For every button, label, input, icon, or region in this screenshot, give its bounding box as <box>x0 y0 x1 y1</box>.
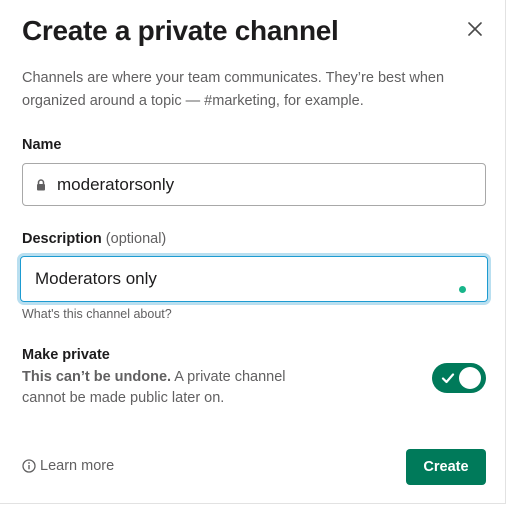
description-label-text: Description <box>22 231 102 247</box>
create-channel-dialog: Create a private channel Channels are wh… <box>0 0 506 504</box>
learn-more-link[interactable]: Learn more <box>22 458 114 474</box>
info-icon <box>22 459 36 473</box>
channel-name-value: moderatorsonly <box>57 174 175 194</box>
make-private-warning: This can’t be undone. <box>22 369 172 385</box>
name-label: Name <box>22 137 62 153</box>
channel-name-input[interactable]: moderatorsonly <box>22 163 486 206</box>
description-input[interactable]: Moderators only <box>20 256 488 302</box>
toggle-knob <box>459 367 481 389</box>
description-value: Moderators only <box>35 269 157 288</box>
close-icon <box>468 21 482 41</box>
optional-label: (optional) <box>105 231 167 247</box>
make-private-title: Make private <box>22 347 110 363</box>
dialog-title: Create a private channel <box>22 15 339 46</box>
make-private-description: This can’t be undone. A private channel … <box>22 367 302 409</box>
checkmark-icon <box>441 371 455 390</box>
description-label: Description (optional) <box>22 231 166 247</box>
create-button[interactable]: Create <box>406 449 486 485</box>
make-private-toggle[interactable] <box>432 363 486 393</box>
description-hint: What's this channel about? <box>22 307 172 321</box>
close-button[interactable] <box>460 16 490 46</box>
lock-icon <box>36 178 46 191</box>
dialog-intro: Channels are where your team communicate… <box>22 70 445 109</box>
grammarly-dot-icon <box>459 286 466 293</box>
learn-more-label: Learn more <box>40 458 115 474</box>
